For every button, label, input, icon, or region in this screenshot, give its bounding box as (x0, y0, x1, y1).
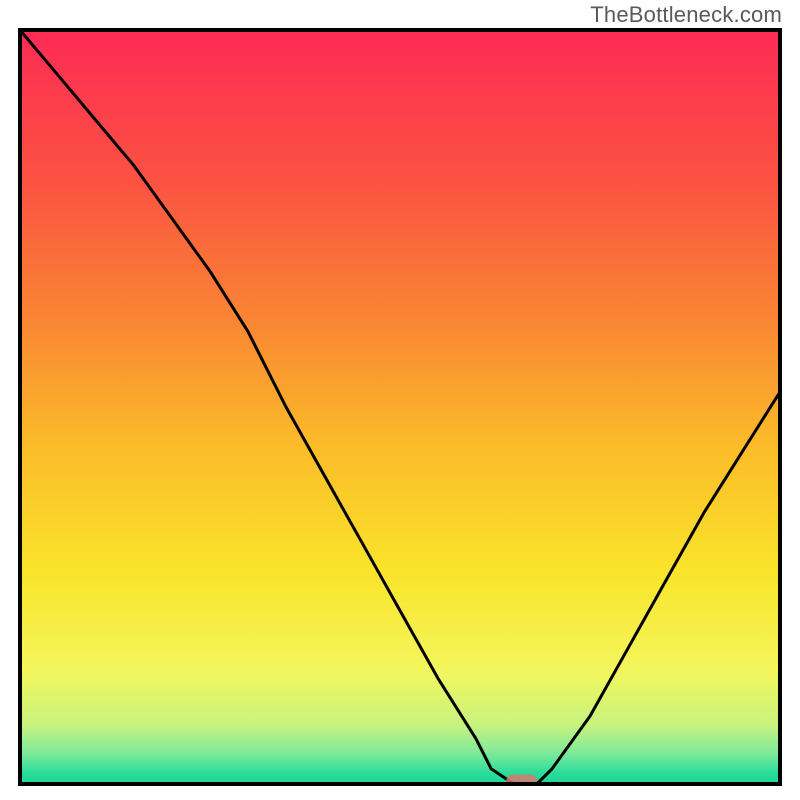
gradient-background (20, 30, 780, 784)
bottleneck-plot (18, 28, 782, 786)
chart-container: TheBottleneck.com (0, 0, 800, 800)
watermark-text: TheBottleneck.com (590, 2, 782, 28)
